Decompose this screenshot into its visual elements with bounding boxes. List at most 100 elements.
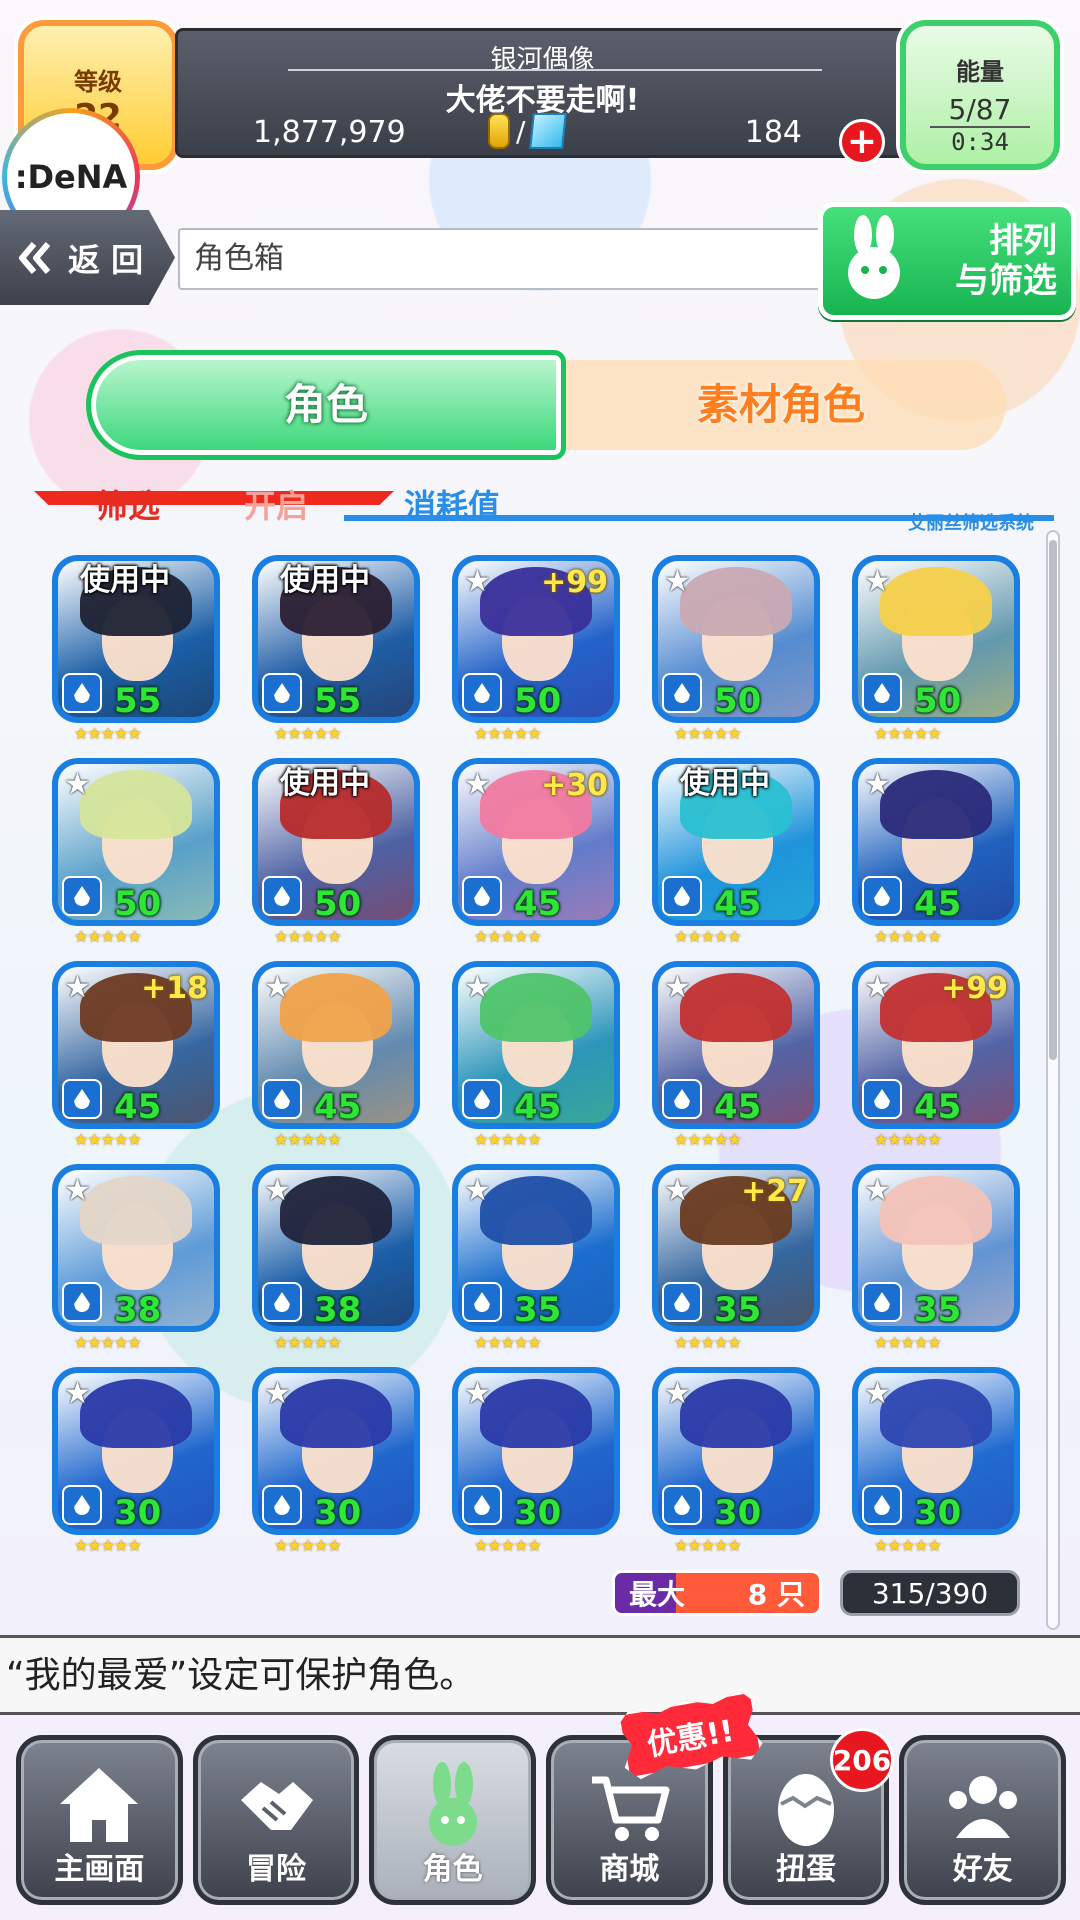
cart-icon xyxy=(592,1776,670,1841)
favorite-star-icon[interactable]: ★ xyxy=(464,1379,496,1411)
gem-count: 184 xyxy=(744,115,802,150)
favorite-star-icon[interactable]: ★ xyxy=(64,770,96,802)
character-card[interactable]: 使用中 55 ★★★★★ xyxy=(252,555,420,743)
character-card[interactable]: ★ 35 ★★★★★ xyxy=(852,1164,1020,1352)
water-drop-icon xyxy=(474,1292,490,1312)
character-card[interactable]: ★ 50 ★★★★★ xyxy=(652,555,820,743)
character-card[interactable]: ★ 45 ★★★★★ xyxy=(452,961,620,1149)
favorite-star-icon[interactable]: ★ xyxy=(264,1379,296,1411)
character-card[interactable]: ★ +99 50 ★★★★★ xyxy=(452,555,620,743)
level-label: 等级 xyxy=(74,68,122,96)
favorite-star-icon[interactable]: ★ xyxy=(664,1176,696,1208)
water-element-icon xyxy=(262,1485,302,1525)
breadcrumb: 角色箱 xyxy=(178,228,858,290)
character-card[interactable]: 使用中 55 ★★★★★ xyxy=(52,555,220,743)
scrollbar-thumb[interactable] xyxy=(1049,540,1057,1060)
favorite-star-icon[interactable]: ★ xyxy=(664,973,696,1005)
character-card[interactable]: ★ 38 ★★★★★ xyxy=(252,1164,420,1352)
back-button[interactable]: 返 回 xyxy=(0,210,175,305)
water-drop-icon xyxy=(674,1089,690,1109)
favorite-star-icon[interactable]: ★ xyxy=(664,567,696,599)
character-card[interactable]: ★ 30 ★★★★★ xyxy=(852,1367,1020,1555)
water-element-icon xyxy=(62,1079,102,1119)
character-card[interactable]: ★ 45 ★★★★★ xyxy=(652,961,820,1149)
water-drop-icon xyxy=(474,1495,490,1515)
favorite-star-icon[interactable]: ★ xyxy=(864,1176,896,1208)
character-card[interactable]: ★ 50 ★★★★★ xyxy=(52,758,220,946)
favorite-star-icon[interactable]: ★ xyxy=(264,973,296,1005)
filter-row: 筛选 开启 消耗值 艾丽丝筛选系统 xyxy=(34,475,1054,535)
rarity-stars: ★★★★★ xyxy=(874,724,942,743)
water-drop-icon xyxy=(674,1292,690,1312)
nav-home[interactable]: 主画面 xyxy=(16,1735,183,1905)
favorite-star-icon[interactable]: ★ xyxy=(864,770,896,802)
sort-by-label[interactable]: 消耗值 xyxy=(404,481,500,527)
water-drop-icon xyxy=(74,1292,90,1312)
sort-filter-button[interactable]: 排列 与筛选 xyxy=(818,202,1076,320)
water-drop-icon xyxy=(274,1495,290,1515)
rarity-stars: ★★★★★ xyxy=(274,724,342,743)
rarity-stars: ★★★★★ xyxy=(74,1536,142,1555)
filter-label[interactable]: 筛选 xyxy=(96,481,160,527)
character-cost: 35 xyxy=(514,1290,562,1330)
favorite-star-icon[interactable]: ★ xyxy=(64,1176,96,1208)
character-card[interactable]: ★ 30 ★★★★★ xyxy=(52,1367,220,1555)
character-card[interactable]: ★ +18 45 ★★★★★ xyxy=(52,961,220,1149)
favorite-star-icon[interactable]: ★ xyxy=(464,973,496,1005)
character-card[interactable]: ★ +27 35 ★★★★★ xyxy=(652,1164,820,1352)
favorite-star-icon[interactable]: ★ xyxy=(64,1379,96,1411)
character-card[interactable]: ★ 30 ★★★★★ xyxy=(252,1367,420,1555)
friends-icon xyxy=(948,1776,1017,1838)
favorite-star-icon[interactable]: ★ xyxy=(864,1379,896,1411)
rarity-stars: ★★★★★ xyxy=(274,1536,342,1555)
max-badge-label: 最大 xyxy=(629,1578,686,1611)
rarity-stars: ★★★★★ xyxy=(674,1536,742,1555)
character-card[interactable]: 使用中 50 ★★★★★ xyxy=(252,758,420,946)
nav-row: 角色箱 返 回 排列 与筛选 xyxy=(0,202,1080,320)
favorite-star-icon[interactable]: ★ xyxy=(864,567,896,599)
favorite-star-icon[interactable]: ★ xyxy=(464,770,496,802)
character-card[interactable]: ★ +99 45 ★★★★★ xyxy=(852,961,1020,1149)
water-element-icon xyxy=(862,1282,902,1322)
rarity-stars: ★★★★★ xyxy=(474,724,542,743)
character-cost: 30 xyxy=(114,1493,162,1533)
character-card[interactable]: ★ 30 ★★★★★ xyxy=(652,1367,820,1555)
nav-friends-label: 好友 xyxy=(952,1852,1013,1887)
character-card[interactable]: ★ 30 ★★★★★ xyxy=(452,1367,620,1555)
nav-characters[interactable]: 角色 xyxy=(369,1735,537,1905)
rarity-stars: ★★★★★ xyxy=(474,1536,542,1555)
character-card[interactable]: ★ +30 45 ★★★★★ xyxy=(452,758,620,946)
character-card[interactable]: ★ 38 ★★★★★ xyxy=(52,1164,220,1352)
buy-gems-button[interactable]: + xyxy=(839,119,885,165)
water-element-icon xyxy=(262,1079,302,1119)
tab-characters[interactable]: 角色 xyxy=(86,350,566,460)
character-cost: 45 xyxy=(114,1087,162,1127)
favorite-star-icon[interactable]: ★ xyxy=(464,1176,496,1208)
character-cost: 55 xyxy=(114,681,162,721)
nav-adventure[interactable]: 冒险 xyxy=(192,1735,360,1905)
character-card[interactable]: ★ 35 ★★★★★ xyxy=(452,1164,620,1352)
scrollbar[interactable] xyxy=(1046,530,1060,1630)
favorite-star-icon[interactable]: ★ xyxy=(864,973,896,1005)
rarity-stars: ★★★★★ xyxy=(674,927,742,946)
favorite-star-icon[interactable]: ★ xyxy=(264,1176,296,1208)
favorite-star-icon[interactable]: ★ xyxy=(464,567,496,599)
box-capacity: 315/390 xyxy=(840,1570,1020,1616)
home-icon xyxy=(60,1768,139,1842)
character-cost: 38 xyxy=(314,1290,362,1330)
character-cost: 30 xyxy=(714,1493,762,1533)
energy-box[interactable]: 能量 5/87 0:34 xyxy=(900,20,1060,170)
favorite-star-icon[interactable]: ★ xyxy=(64,973,96,1005)
energy-label: 能量 xyxy=(956,58,1004,86)
water-element-icon xyxy=(62,1485,102,1525)
character-card[interactable]: 使用中 45 ★★★★★ xyxy=(652,758,820,946)
water-drop-icon xyxy=(274,683,290,703)
favorite-star-icon[interactable]: ★ xyxy=(664,1379,696,1411)
character-card[interactable]: ★ 45 ★★★★★ xyxy=(252,961,420,1149)
character-cost: 35 xyxy=(714,1290,762,1330)
character-card[interactable]: ★ 45 ★★★★★ xyxy=(852,758,1020,946)
nav-friends[interactable]: 好友 xyxy=(899,1735,1067,1905)
water-drop-icon xyxy=(274,1089,290,1109)
character-card[interactable]: ★ 50 ★★★★★ xyxy=(852,555,1020,743)
tab-material-characters[interactable]: 素材角色 xyxy=(556,360,1006,450)
